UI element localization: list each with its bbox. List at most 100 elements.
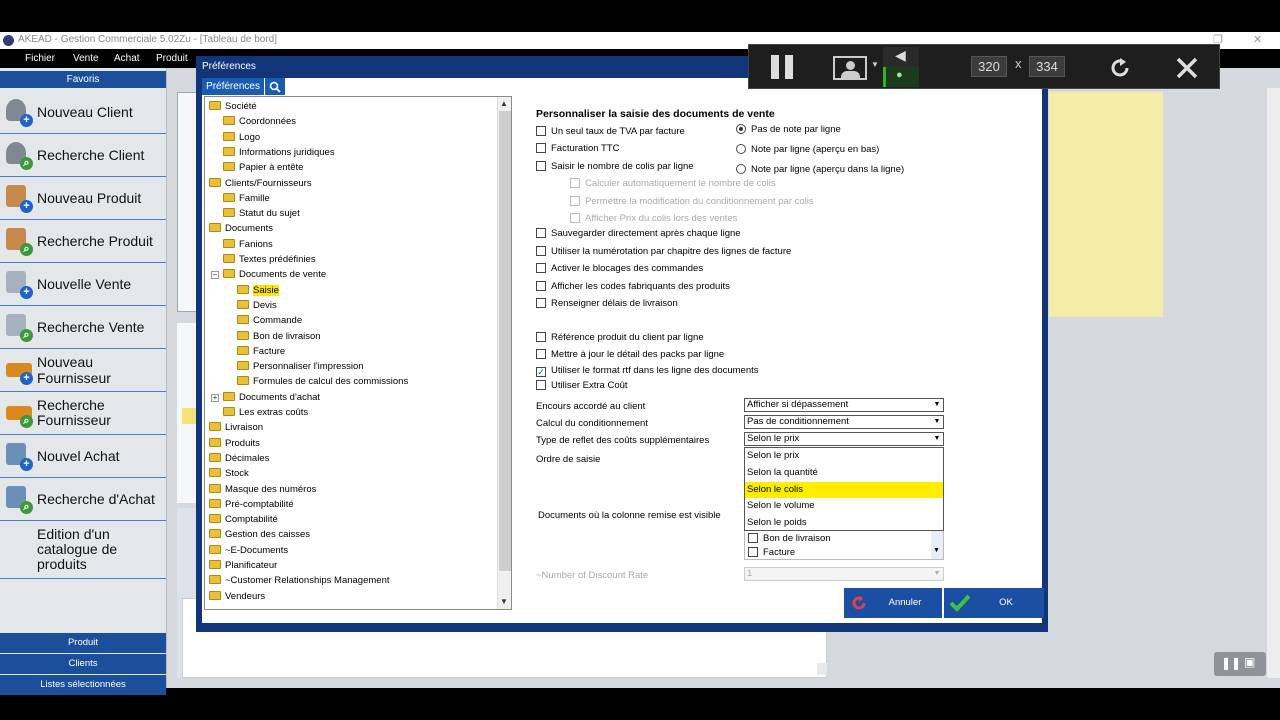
collapse-icon[interactable]: − (211, 271, 219, 280)
pref-checkbox-row[interactable]: Utiliser Extra Coût (536, 379, 628, 393)
encours-dropdown[interactable]: Afficher si dépassement ▼ (744, 398, 944, 412)
tree-node[interactable]: Coordonnées (223, 115, 296, 129)
docs-list-scrollbar[interactable]: ▼ (931, 527, 943, 559)
tree-node[interactable]: Les extras coûts (223, 406, 308, 420)
tree-node[interactable]: Comptabilité (209, 513, 278, 527)
pref-checkbox-row[interactable]: Permettre la modification du conditionne… (570, 195, 814, 209)
sidebar-item-recherche-achat[interactable]: ⌕ Recherche d'Achat (0, 478, 166, 521)
refresh-icon[interactable] (1107, 55, 1133, 81)
sidebar-item-recherche-produit[interactable]: ⌕ Recherche Produit (0, 220, 166, 263)
note-radio-row[interactable]: Note par ligne (aperçu en bas) (736, 143, 879, 157)
discount-rate-field[interactable]: 1 ▼ (744, 567, 944, 581)
checkbox[interactable] (536, 126, 546, 136)
speaker-icon[interactable]: ◀ (895, 47, 906, 64)
tree-node[interactable]: Planificateur (209, 559, 277, 573)
pref-checkbox-row[interactable]: ✓ Utiliser le format rtf dans les ligne d… (536, 364, 759, 378)
screen-icon[interactable]: ▣ (1244, 655, 1255, 669)
tree-node[interactable]: Saisie (237, 284, 279, 298)
checkbox[interactable] (748, 533, 758, 543)
tree-node[interactable]: Documents de vente (223, 268, 326, 282)
tree-node[interactable]: Masque des numéros (209, 483, 316, 497)
checkbox[interactable] (536, 380, 546, 390)
menu-fichier[interactable]: Fichier (25, 53, 55, 64)
checkbox[interactable] (570, 213, 580, 223)
tree-node[interactable]: Documents (209, 222, 273, 236)
checkbox[interactable] (536, 263, 546, 273)
sidebar-tab-listes[interactable]: Listes sélectionnées (0, 675, 166, 695)
pref-checkbox-row[interactable]: Utiliser la numérotation par chapitre de… (536, 245, 791, 259)
pref-checkbox-row[interactable]: Facturation TTC (536, 142, 619, 156)
tree-node[interactable]: Informations juridiques (223, 146, 335, 160)
checkbox[interactable] (536, 298, 546, 308)
reflet-dropdown-list[interactable]: Selon le prix Selon la quantité Selon le c… (744, 447, 944, 531)
radio-button[interactable] (736, 144, 746, 154)
ok-button[interactable]: OK (944, 588, 1044, 618)
tree-node[interactable]: Devis (237, 299, 277, 313)
checkbox[interactable] (570, 196, 580, 206)
caret-down-icon[interactable]: ▼ (871, 60, 879, 69)
sidebar-item-edition-catalogue[interactable]: Edition d'un catalogue de produits (0, 521, 166, 579)
pref-checkbox-row[interactable]: Afficher les codes fabriquants des produ… (536, 280, 730, 294)
pref-checkbox-row[interactable]: Activer le blocages des commandes (536, 262, 703, 276)
dropdown-option[interactable]: Selon le volume (745, 498, 943, 514)
chevron-down-icon[interactable]: ▼ (933, 547, 940, 554)
pref-checkbox-row[interactable]: Mettre à jour le détail des packs par li… (536, 348, 724, 362)
tree-node[interactable]: Société (209, 100, 257, 114)
pause-icon[interactable] (771, 55, 795, 79)
sidebar-item-recherche-fournisseur[interactable]: ⌕ Recherche Fournisseur (0, 392, 166, 435)
tab-preferences[interactable]: Préférences (202, 78, 264, 95)
dropdown-option[interactable]: Selon le colis (745, 481, 943, 498)
conditionnement-dropdown[interactable]: Pas de conditionnement ▼ (744, 415, 944, 429)
pref-checkbox-row[interactable]: Sauvegarder directement après chaque lig… (536, 227, 741, 241)
tree-node[interactable]: Vendeurs (209, 590, 265, 604)
docs-item-bon-livraison[interactable]: Bon de livraison (748, 532, 831, 546)
tree-node[interactable]: Famille (223, 192, 270, 206)
search-icon[interactable] (265, 78, 285, 95)
note-radio-row[interactable]: Note par ligne (aperçu dans la ligne) (736, 163, 904, 177)
tree-node[interactable]: Formules de calcul des commissions (237, 375, 408, 389)
sidebar-tab-clients[interactable]: Clients (0, 654, 166, 674)
scroll-thumb[interactable] (499, 111, 511, 571)
checkbox[interactable] (536, 332, 546, 342)
tree-node[interactable]: Pré-comptabilité (209, 498, 294, 512)
dropdown-option[interactable]: Selon le prix (745, 448, 943, 464)
tree-node[interactable]: Livraison (209, 421, 263, 435)
dropdown-option[interactable]: Selon la quantité (745, 465, 943, 481)
pause-icon[interactable]: ❚❚ (1221, 656, 1241, 670)
tree-node[interactable]: Gestion des caisses (209, 528, 310, 542)
recording-width[interactable]: 320 (971, 56, 1007, 77)
menu-achat[interactable]: Achat (114, 53, 140, 64)
menu-produit[interactable]: Produit (156, 53, 188, 64)
checkbox[interactable] (536, 161, 546, 171)
checkbox[interactable] (748, 547, 758, 557)
sidebar-tab-produit[interactable]: Produit (0, 633, 166, 653)
dropdown-option[interactable]: Selon le poids (745, 515, 943, 531)
tree-node[interactable]: Logo (223, 131, 260, 145)
checkbox[interactable] (536, 349, 546, 359)
checkbox-checked[interactable]: ✓ (536, 367, 546, 377)
tree-node[interactable]: Papier à entête (223, 161, 303, 175)
tree-node[interactable]: Stock (209, 467, 249, 481)
sidebar-item-nouveau-fournisseur[interactable]: + Nouveau Fournisseur (0, 349, 166, 392)
sidebar-item-nouvel-achat[interactable]: + Nouvel Achat (0, 435, 166, 478)
sidebar-item-nouveau-produit[interactable]: + Nouveau Produit (0, 177, 166, 220)
sidebar-item-recherche-vente[interactable]: ⌕ Recherche Vente (0, 306, 166, 349)
sidebar-item-nouveau-client[interactable]: + Nouveau Client (0, 91, 166, 134)
tree-node[interactable]: Personnaliser l'impression (237, 360, 364, 374)
pref-checkbox-row[interactable]: Un seul taux de TVA par facture (536, 125, 685, 139)
pref-checkbox-row[interactable]: Calculer automatiquement le nombre de co… (570, 177, 776, 191)
radio-button[interactable] (736, 164, 746, 174)
tree-node[interactable]: ~Customer Relationships Management (209, 574, 390, 588)
audio-panel[interactable]: ◀ ● (883, 47, 919, 87)
mini-recorder-widget[interactable]: ❚❚ ▣ (1214, 652, 1266, 676)
tree-node[interactable]: Produits (209, 437, 260, 451)
sidebar-item-nouvelle-vente[interactable]: + Nouvelle Vente (0, 263, 166, 306)
microphone-icon[interactable]: ● (896, 69, 903, 81)
close-icon[interactable] (1175, 56, 1199, 80)
sidebar-item-recherche-client[interactable]: ⌕ Recherche Client (0, 134, 166, 177)
checkbox[interactable] (536, 143, 546, 153)
tree-node[interactable]: Décimales (209, 452, 269, 466)
checkbox[interactable] (536, 246, 546, 256)
menu-vente[interactable]: Vente (73, 53, 99, 64)
tree-node[interactable]: Statut du sujet (223, 207, 300, 221)
